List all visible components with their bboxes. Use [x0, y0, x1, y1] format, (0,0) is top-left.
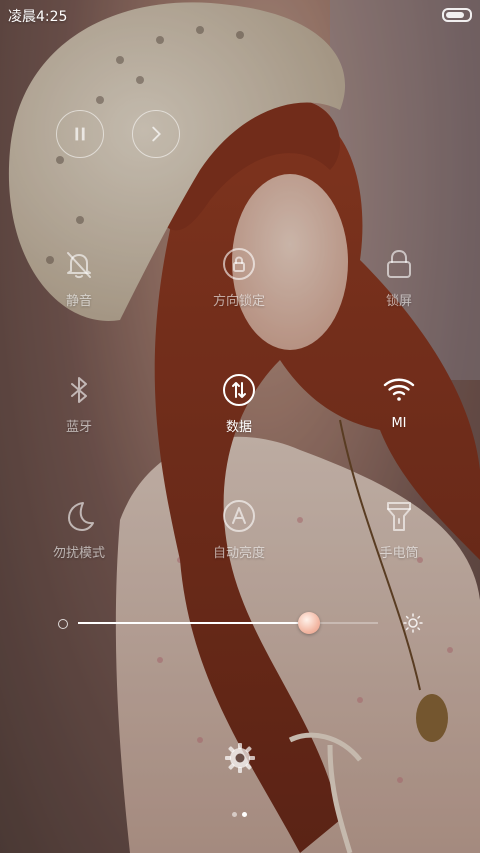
toggle-bluetooth[interactable]: 蓝牙 [19, 370, 139, 452]
rotation-lock-icon [219, 244, 259, 284]
toggle-label: 锁屏 [385, 294, 412, 309]
toggle-silent[interactable]: 静音 [19, 244, 139, 326]
page-dot [232, 812, 237, 817]
data-arrows-icon [219, 370, 259, 410]
toggle-label: 勿扰模式 [52, 546, 105, 561]
bluetooth-icon [59, 370, 99, 410]
toggle-dnd[interactable]: 勿扰模式 [19, 496, 139, 578]
toggle-label: 静音 [65, 294, 92, 309]
toggle-lock-screen[interactable]: 锁屏 [339, 244, 459, 326]
gear-icon[interactable] [224, 742, 256, 774]
status-time: 凌晨4:25 [8, 9, 68, 25]
toggle-label: 数据 [225, 420, 252, 435]
brightness-high-icon [403, 613, 423, 633]
battery-icon [442, 8, 472, 22]
brightness-slider[interactable] [78, 612, 378, 634]
toggle-label: 蓝牙 [65, 420, 92, 435]
toggle-rotation-lock[interactable]: 方向锁定 [179, 244, 299, 326]
toggle-label: 手电筒 [379, 546, 419, 561]
moon-icon [59, 496, 99, 536]
toggle-flashlight[interactable]: 手电筒 [339, 496, 459, 578]
toggle-auto-brightness[interactable]: 自动亮度 [179, 496, 299, 578]
toggle-label: 方向锁定 [212, 294, 265, 309]
lock-icon [379, 244, 419, 284]
flashlight-icon [379, 496, 419, 536]
toggle-wifi[interactable]: MI [339, 370, 459, 452]
toggle-label: 自动亮度 [212, 546, 265, 561]
bell-off-icon [59, 244, 99, 284]
pause-button[interactable] [56, 110, 104, 158]
brightness-control [56, 610, 426, 636]
brightness-slider-thumb[interactable] [298, 612, 320, 634]
toggle-label: MI [391, 416, 407, 431]
page-dot-active [242, 812, 247, 817]
toggle-data[interactable]: 数据 [179, 370, 299, 452]
page-indicator [230, 812, 250, 818]
wifi-icon [379, 370, 419, 410]
brightness-slider-fill [78, 622, 309, 624]
pause-icon [75, 127, 85, 141]
auto-brightness-icon [219, 496, 259, 536]
status-bar: 凌晨4:25 [0, 0, 480, 28]
brightness-low-icon [58, 619, 68, 629]
media-controls [56, 110, 196, 160]
next-icon [152, 126, 161, 142]
next-button[interactable] [132, 110, 180, 158]
